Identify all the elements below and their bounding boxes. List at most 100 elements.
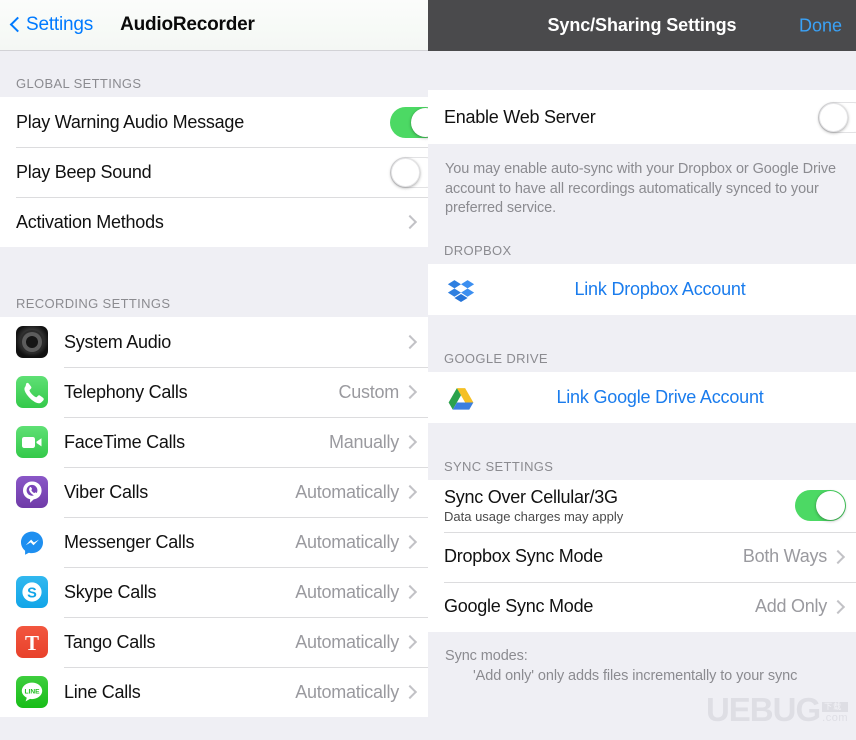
dropbox-icon [446, 274, 476, 304]
tango-icon: T [16, 626, 48, 658]
toggle-play-warning-audio-message[interactable] [390, 106, 428, 138]
line-glyph: LINE [21, 682, 43, 702]
dropbox-glyph [447, 280, 475, 303]
row-label: System Audio [64, 331, 172, 352]
toggle-knob [411, 107, 428, 137]
row-system-audio[interactable]: System Audio [0, 317, 428, 367]
row-play-warning-audio-message[interactable]: Play Warning Audio Message [0, 97, 428, 147]
row-label: Tango Calls [64, 631, 156, 652]
row-telephony-calls[interactable]: Telephony Calls Custom [0, 367, 428, 417]
row-viber-calls[interactable]: Viber Calls Automatically [0, 467, 428, 517]
toggle-knob [391, 157, 420, 187]
back-button-settings[interactable]: Settings [9, 14, 93, 36]
right-navbar: Sync/Sharing Settings Done [428, 0, 856, 51]
chevron-right-icon [833, 549, 843, 565]
chevron-right-icon [405, 334, 415, 350]
row-line-calls[interactable]: LINE Line Calls Automatically [0, 667, 428, 717]
right-panel-sync-sharing-settings: Sync/Sharing Settings Done Enable Web Se… [428, 0, 856, 740]
chevron-right-icon [405, 434, 415, 450]
row-facetime-calls[interactable]: FaceTime Calls Manually [0, 417, 428, 467]
toggle-play-beep-sound[interactable] [390, 156, 428, 188]
chevron-right-icon [405, 484, 415, 500]
row-label: Enable Web Server [444, 106, 596, 127]
left-navbar: Settings AudioRecorder [0, 0, 428, 51]
row-value: Add Only [754, 596, 827, 617]
row-label: Dropbox Sync Mode [444, 546, 603, 567]
toggle-knob [819, 102, 848, 132]
top-gap [428, 51, 856, 90]
row-value: Automatically [295, 481, 399, 502]
group-global-settings: Play Warning Audio Message Play Beep Sou… [0, 97, 428, 247]
chevron-right-icon [405, 634, 415, 650]
done-button[interactable]: Done [799, 15, 842, 36]
intro-note: You may enable auto-sync with your Dropb… [445, 161, 837, 217]
row-text-block: Sync Over Cellular/3G Data usage charges… [444, 486, 624, 524]
phone-glyph [24, 382, 44, 404]
facetime-icon [16, 426, 48, 458]
watermark: UEBUG 下载 .com [706, 693, 848, 726]
phone-icon [16, 376, 48, 408]
skype-icon: S [16, 576, 48, 608]
group-recording-settings: System Audio Telephony Calls Custom Face… [0, 317, 428, 717]
dual-panel-screenshot: Settings AudioRecorder GLOBAL SETTINGS P… [0, 0, 856, 740]
viber-icon [16, 476, 48, 508]
row-value: Automatically [295, 581, 399, 602]
row-dropbox-sync-mode[interactable]: Dropbox Sync Mode Both Ways [428, 531, 856, 582]
left-panel-audiorecorder-settings: Settings AudioRecorder GLOBAL SETTINGS P… [0, 0, 428, 740]
row-play-beep-sound[interactable]: Play Beep Sound [0, 147, 428, 197]
link-google-drive-account-label: Link Google Drive Account [556, 386, 764, 407]
google-drive-icon [446, 382, 476, 412]
sync-modes-note-body: 'Add only' only adds files incrementally… [473, 667, 798, 684]
video-camera-glyph [22, 437, 42, 448]
row-label: Play Warning Audio Message [16, 111, 244, 132]
skype-glyph: S [22, 582, 42, 602]
row-link-google-drive-account[interactable]: Link Google Drive Account [428, 371, 856, 423]
line-icon: LINE [16, 676, 48, 708]
toggle-enable-web-server[interactable] [818, 101, 856, 133]
row-sync-over-cellular[interactable]: Sync Over Cellular/3G Data usage charges… [428, 479, 856, 532]
system-audio-icon [16, 326, 48, 358]
row-label: Viber Calls [64, 481, 148, 502]
section-gap [0, 247, 428, 271]
row-value: Automatically [295, 531, 399, 552]
section-header-sync-settings: SYNC SETTINGS [428, 422, 856, 480]
row-tango-calls[interactable]: T Tango Calls Automatically [0, 617, 428, 667]
row-messenger-calls[interactable]: Messenger Calls Automatically [0, 517, 428, 567]
row-label: Sync Over Cellular/3G [444, 486, 618, 507]
viber-glyph [23, 481, 42, 503]
section-header-google-drive: GOOGLE DRIVE [428, 314, 856, 372]
group-web-server: Enable Web Server [428, 90, 856, 144]
page-title: AudioRecorder [120, 14, 255, 35]
row-label: Skype Calls [64, 581, 157, 602]
toggle-knob [816, 491, 845, 521]
tango-glyph: T [25, 631, 39, 655]
group-sync-settings: Sync Over Cellular/3G Data usage charges… [428, 479, 856, 632]
chevron-right-icon [405, 214, 415, 230]
google-drive-glyph [448, 388, 474, 410]
toggle-sync-over-cellular[interactable] [795, 490, 846, 522]
watermark-text: UEBUG [705, 691, 821, 728]
chevron-right-icon [405, 384, 415, 400]
section-header-global-settings: GLOBAL SETTINGS [0, 51, 428, 97]
sync-modes-note: Sync modes: 'Add only' only adds files i… [428, 632, 856, 686]
row-activation-methods[interactable]: Activation Methods [0, 197, 428, 247]
row-label: Line Calls [64, 681, 141, 702]
row-skype-calls[interactable]: S Skype Calls Automatically [0, 567, 428, 617]
svg-text:LINE: LINE [24, 689, 40, 696]
row-sublabel: Data usage charges may apply [444, 508, 624, 524]
chevron-right-icon [405, 684, 415, 700]
link-dropbox-account-label: Link Dropbox Account [574, 278, 746, 299]
svg-text:T: T [25, 631, 39, 655]
row-label: Activation Methods [16, 211, 164, 232]
chevron-right-icon [405, 534, 415, 550]
row-google-sync-mode[interactable]: Google Sync Mode Add Only [428, 581, 856, 632]
watermark-suffix-block: 下载 .com [822, 701, 848, 724]
group-google-drive: Link Google Drive Account [428, 371, 856, 423]
svg-text:S: S [27, 586, 37, 602]
row-value: Both Ways [742, 546, 827, 567]
bottom-gap [0, 717, 428, 740]
row-link-dropbox-account[interactable]: Link Dropbox Account [428, 263, 856, 315]
chevron-right-icon [405, 584, 415, 600]
row-enable-web-server[interactable]: Enable Web Server [428, 90, 856, 144]
chevron-right-icon [833, 599, 843, 615]
